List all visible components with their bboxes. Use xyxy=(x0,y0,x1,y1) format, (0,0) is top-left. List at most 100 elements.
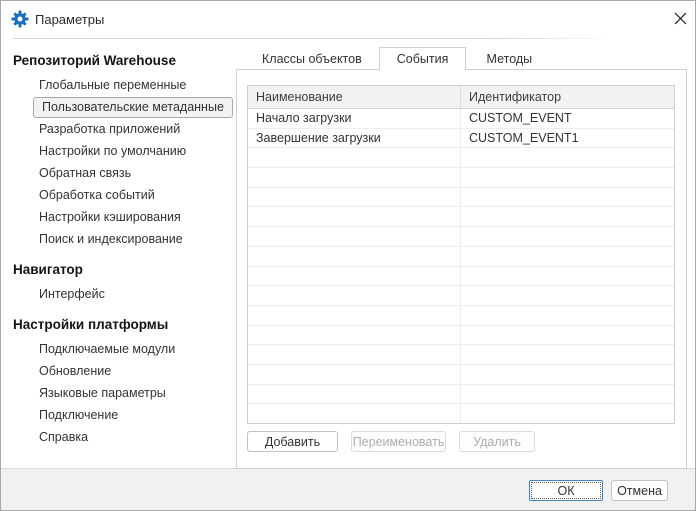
table-row[interactable] xyxy=(248,148,674,168)
tabstrip: Классы объектовСобытияМетоды xyxy=(245,47,552,70)
cell-name xyxy=(248,168,460,187)
sidebar-item[interactable]: Обратная связь xyxy=(39,162,235,184)
sidebar-item[interactable]: Обработка событий xyxy=(39,184,235,206)
close-button[interactable] xyxy=(665,4,695,32)
sidebar-item-label: Настройки кэширования xyxy=(39,210,181,224)
table-row[interactable] xyxy=(248,227,674,247)
cell-name: Начало загрузки xyxy=(248,109,460,128)
table-row[interactable] xyxy=(248,207,674,227)
sidebar-item[interactable]: Пользовательские метаданные xyxy=(39,96,235,118)
table-row[interactable] xyxy=(248,188,674,208)
titlebar-separator xyxy=(13,38,617,39)
cell-identifier: CUSTOM_EVENT1 xyxy=(460,129,674,148)
sidebar-item[interactable]: Интерфейс xyxy=(39,283,235,305)
table-row[interactable] xyxy=(248,306,674,326)
table-row[interactable] xyxy=(248,404,674,423)
table-header-row: Наименование Идентификатор xyxy=(248,86,674,109)
cell-identifier xyxy=(460,207,674,226)
cell-identifier xyxy=(460,404,674,423)
close-icon xyxy=(674,12,687,25)
events-table: Наименование Идентификатор Начало загруз… xyxy=(247,85,675,424)
cell-name xyxy=(248,404,460,423)
sidebar-item[interactable]: Поиск и индексирование xyxy=(39,228,235,250)
sidebar-item-label: Обработка событий xyxy=(39,188,155,202)
cell-name: Завершение загрузки xyxy=(248,129,460,148)
table-row[interactable] xyxy=(248,286,674,306)
sidebar-item-label: Языковые параметры xyxy=(39,386,166,400)
sidebar-item[interactable]: Глобальные переменные xyxy=(39,74,235,96)
table-row[interactable]: Завершение загрузкиCUSTOM_EVENT1 xyxy=(248,129,674,149)
cell-identifier xyxy=(460,267,674,286)
cell-identifier xyxy=(460,227,674,246)
cell-name xyxy=(248,365,460,384)
cancel-button[interactable]: Отмена xyxy=(611,480,668,501)
tab-active[interactable]: События xyxy=(379,47,467,70)
sidebar-section-header: Навигатор xyxy=(13,250,235,283)
table-row[interactable] xyxy=(248,385,674,405)
cell-identifier xyxy=(460,168,674,187)
sidebar-item-label: Настройки по умолчанию xyxy=(39,144,186,158)
cell-identifier xyxy=(460,286,674,305)
sidebar-item[interactable]: Подключаемые модули xyxy=(39,338,235,360)
column-header-identifier[interactable]: Идентификатор xyxy=(460,86,674,108)
cell-name xyxy=(248,227,460,246)
sidebar-item-label: Обновление xyxy=(39,364,111,378)
sidebar-item-label: Глобальные переменные xyxy=(39,78,186,92)
cell-name xyxy=(248,207,460,226)
delete-button[interactable]: Удалить xyxy=(459,431,535,452)
parameters-dialog: Параметры Репозиторий Warehouse Глобальны… xyxy=(0,0,696,511)
cell-name xyxy=(248,267,460,286)
cell-name xyxy=(248,306,460,325)
sidebar-item-label: Справка xyxy=(39,430,88,444)
sidebar-item[interactable]: Языковые параметры xyxy=(39,382,235,404)
cell-identifier xyxy=(460,247,674,266)
add-button[interactable]: Добавить xyxy=(247,431,338,452)
cell-name xyxy=(248,286,460,305)
sidebar-section-header: Настройки платформы xyxy=(13,305,235,338)
table-body: Начало загрузкиCUSTOM_EVENTЗавершение за… xyxy=(248,109,674,423)
sidebar-item-label: Обратная связь xyxy=(39,166,131,180)
cell-name xyxy=(248,385,460,404)
cell-name xyxy=(248,345,460,364)
cell-name xyxy=(248,326,460,345)
cell-identifier xyxy=(460,326,674,345)
sidebar-item-label: Поиск и индексирование xyxy=(39,232,183,246)
ok-button[interactable]: ОК xyxy=(529,480,603,501)
table-row[interactable] xyxy=(248,168,674,188)
cell-name xyxy=(248,188,460,207)
sidebar-item[interactable]: Обновление xyxy=(39,360,235,382)
sidebar-section-header: Репозиторий Warehouse xyxy=(13,41,235,74)
sidebar-item[interactable]: Настройки по умолчанию xyxy=(39,140,235,162)
table-row[interactable]: Начало загрузкиCUSTOM_EVENT xyxy=(248,109,674,129)
cell-identifier xyxy=(460,385,674,404)
sidebar-item-label: Разработка приложений xyxy=(39,122,180,136)
cell-identifier: CUSTOM_EVENT xyxy=(460,109,674,128)
sidebar-item[interactable]: Подключение xyxy=(39,404,235,426)
window-title: Параметры xyxy=(35,12,104,27)
sidebar-item[interactable]: Разработка приложений xyxy=(39,118,235,140)
footer-bar: ОК Отмена xyxy=(1,468,696,511)
rename-button[interactable]: Переименовать xyxy=(351,431,446,452)
table-actions: Добавить Переименовать Удалить xyxy=(247,431,535,452)
table-row[interactable] xyxy=(248,365,674,385)
cell-identifier xyxy=(460,148,674,167)
sidebar-item-label: Интерфейс xyxy=(39,287,105,301)
gear-icon xyxy=(11,10,29,28)
sidebar-item[interactable]: Настройки кэширования xyxy=(39,206,235,228)
table-row[interactable] xyxy=(248,345,674,365)
cell-name xyxy=(248,247,460,266)
sidebar-item-label: Пользовательские метаданные xyxy=(33,97,233,118)
sidebar-item[interactable]: Справка xyxy=(39,426,235,448)
column-header-name[interactable]: Наименование xyxy=(248,86,460,108)
cell-identifier xyxy=(460,188,674,207)
sidebar-item-label: Подключаемые модули xyxy=(39,342,175,356)
cell-identifier xyxy=(460,365,674,384)
cell-name xyxy=(248,148,460,167)
table-row[interactable] xyxy=(248,267,674,287)
table-row[interactable] xyxy=(248,247,674,267)
tab-inactive[interactable]: Методы xyxy=(466,47,552,70)
table-row[interactable] xyxy=(248,326,674,346)
sidebar-nav: Репозиторий Warehouse Глобальные переменн… xyxy=(13,41,235,448)
cell-identifier xyxy=(460,306,674,325)
tab-inactive[interactable]: Классы объектов xyxy=(245,47,379,70)
